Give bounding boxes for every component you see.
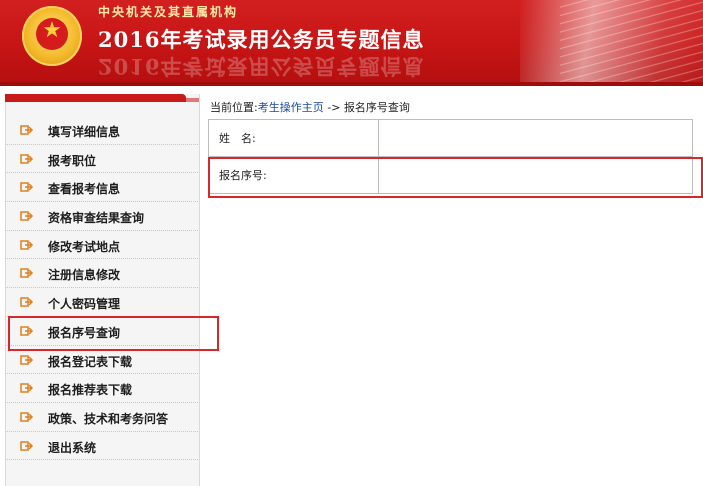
sidebar-item-change-exam-location[interactable]: 修改考试地点 <box>5 231 198 260</box>
sidebar-item-label: 报名登记表下载 <box>48 354 133 369</box>
sidebar-item-edit-registration[interactable]: 注册信息修改 <box>5 259 198 289</box>
sidebar-item-label: 个人密码管理 <box>48 297 121 312</box>
sidebar-item-logout[interactable]: 退出系统 <box>5 432 198 461</box>
name-row: 姓 名: <box>208 119 693 157</box>
sidebar-item-label: 资格审查结果查询 <box>48 211 145 226</box>
header-decoration <box>560 0 703 82</box>
sidebar-item-review-results[interactable]: 资格审查结果查询 <box>5 202 198 231</box>
sidebar-top-accent <box>186 98 199 102</box>
sidebar-item-label: 退出系统 <box>48 440 97 455</box>
breadcrumb-current: 报名序号查询 <box>343 101 410 114</box>
arrow-right-icon <box>20 153 34 164</box>
breadcrumb-home-link[interactable]: 考生操作主页 <box>258 101 324 114</box>
sidebar-item-label: 修改考试地点 <box>48 239 121 254</box>
sidebar-item-label: 注册信息修改 <box>48 268 121 283</box>
sidebar-item-label: 报名推荐表下载 <box>48 383 133 398</box>
arrow-right-icon <box>20 211 34 221</box>
arrow-right-icon <box>20 182 34 193</box>
name-value-field[interactable] <box>378 119 693 157</box>
title-reflection: 2016年考试录用公务员专题信息 <box>98 54 425 79</box>
org-name: 中央机关及其直属机构 <box>98 5 239 19</box>
header-banner: ★ 中央机关及其直属机构 2016年考试录用公务员专题信息 2016年考试录用公… <box>0 0 703 82</box>
arrow-right-icon <box>20 412 34 422</box>
breadcrumb-separator: -> <box>327 101 341 114</box>
arrow-right-icon <box>20 354 34 365</box>
breadcrumb-prefix: 当前位置: <box>210 101 258 114</box>
sidebar-item-fill-details[interactable]: 填写详细信息 <box>5 116 198 145</box>
arrow-right-icon <box>20 125 34 135</box>
header-divider <box>0 82 703 86</box>
sidebar-item-label: 填写详细信息 <box>48 125 121 139</box>
sidebar-item-apply-position[interactable]: 报考职位 <box>5 145 198 174</box>
sidebar-top-bar <box>5 94 186 102</box>
sidebar-item-faq[interactable]: 政策、技术和考务问答 <box>5 403 198 432</box>
selected-item-highlight <box>8 316 219 351</box>
arrow-right-icon <box>20 383 34 393</box>
arrow-right-icon <box>20 268 34 279</box>
sidebar-item-label: 报考职位 <box>48 153 97 168</box>
name-label: 姓 名: <box>208 119 379 157</box>
arrow-right-icon <box>20 440 34 451</box>
sidebar-item-label: 政策、技术和考务问答 <box>48 411 169 426</box>
national-emblem-icon: ★ <box>22 6 82 66</box>
sidebar-item-recommendation-download[interactable]: 报名推荐表下载 <box>5 374 198 403</box>
arrow-right-icon <box>20 240 34 250</box>
serial-row-highlight <box>208 157 703 198</box>
sidebar-item-label: 查看报考信息 <box>48 182 121 197</box>
arrow-right-icon <box>20 297 34 307</box>
sidebar-menu: 填写详细信息 报考职位 查看报考信息 资格审查结果查询 修改考试地点 注册信息修… <box>5 116 198 461</box>
breadcrumb: 当前位置:考生操作主页 -> 报名序号查询 <box>210 99 410 115</box>
sidebar-item-view-application[interactable]: 查看报考信息 <box>5 173 198 203</box>
sidebar-item-password[interactable]: 个人密码管理 <box>5 288 198 317</box>
page-title: 2016年考试录用公务员专题信息 <box>98 27 425 52</box>
